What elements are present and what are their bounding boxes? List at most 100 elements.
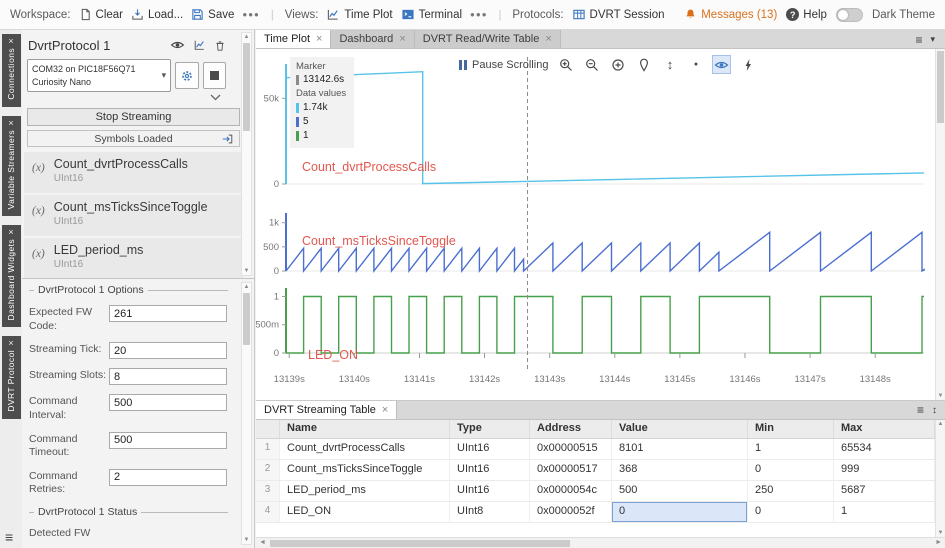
device-select[interactable]: COM32 on PIC18F56Q71 Curiosity Nano ▾ xyxy=(27,59,171,92)
pause-scrolling-button[interactable]: Pause Scrolling xyxy=(459,59,548,71)
menu-icon[interactable]: ≡ xyxy=(5,529,13,545)
view-tab[interactable]: DVRT Read/Write Table × xyxy=(415,30,561,48)
variable-list: (x) Count_dvrtProcessCalls UInt16 (x) Co… xyxy=(24,152,243,278)
table-tab-label: DVRT Streaming Table xyxy=(264,404,376,416)
header-max[interactable]: Max xyxy=(834,420,935,438)
panel-options-icon[interactable]: ▾ xyxy=(930,34,935,45)
views-more-button[interactable]: ●●● xyxy=(470,10,488,19)
option-input[interactable] xyxy=(109,342,227,359)
option-input[interactable] xyxy=(109,432,227,449)
close-icon[interactable]: × xyxy=(545,33,551,45)
header-min[interactable]: Min xyxy=(748,420,834,438)
collapse-chevron-icon[interactable] xyxy=(210,94,221,101)
header-value[interactable]: Value xyxy=(612,420,748,438)
scroll-up-arrow[interactable]: ▲ xyxy=(936,421,945,427)
cell-value[interactable]: 8101 xyxy=(612,439,748,459)
option-input[interactable] xyxy=(109,394,227,411)
variable-type: UInt16 xyxy=(54,216,208,227)
scroll-down-arrow[interactable]: ▼ xyxy=(242,268,251,274)
side-tab[interactable]: × Connections xyxy=(2,34,21,107)
option-label: Streaming Slots: xyxy=(29,368,109,383)
scroll-up-arrow[interactable]: ▲ xyxy=(242,284,251,290)
close-icon[interactable]: × xyxy=(8,119,13,128)
cell-value[interactable]: 500 xyxy=(612,481,748,501)
panel-resize-icon[interactable]: ↕ xyxy=(932,405,937,416)
expand-vertical-button[interactable]: ↕ xyxy=(661,56,678,73)
terminal-view-button[interactable]: Terminal xyxy=(401,8,462,21)
stop-streaming-button[interactable]: Stop Streaming xyxy=(27,108,240,126)
side-tab[interactable]: × Dashboard Widgets xyxy=(2,225,21,327)
save-button[interactable]: Save xyxy=(191,8,234,21)
close-icon[interactable]: × xyxy=(316,33,322,45)
option-input[interactable] xyxy=(109,368,227,385)
panel-menu-icon[interactable]: ≡ xyxy=(915,33,922,47)
load-button[interactable]: Load... xyxy=(131,8,183,21)
settings-button[interactable] xyxy=(175,62,198,89)
variable-item[interactable]: (x) LED_period_ms UInt16 xyxy=(24,238,243,278)
scroll-down-arrow[interactable]: ▼ xyxy=(936,530,945,536)
close-icon[interactable]: × xyxy=(8,339,13,348)
dvrt-session-button[interactable]: DVRT Session xyxy=(572,8,665,21)
table-row[interactable]: 3 LED_period_ms UInt16 0x0000054c 500 25… xyxy=(256,481,935,502)
side-tab[interactable]: × Variable Streamers xyxy=(2,116,21,216)
help-button[interactable]: ? Help xyxy=(786,8,827,21)
close-icon[interactable]: × xyxy=(399,33,405,45)
table-row[interactable]: 2 Count_msTicksSinceToggle UInt16 0x0000… xyxy=(256,460,935,481)
header-name[interactable]: Name xyxy=(280,420,450,438)
side-tab-label: DVRT Protocol xyxy=(6,350,16,412)
close-icon[interactable]: × xyxy=(8,37,13,46)
visibility-button[interactable] xyxy=(713,56,730,73)
visibility-eye-icon[interactable] xyxy=(170,39,185,51)
trigger-button[interactable] xyxy=(739,56,756,73)
symbols-loaded-button[interactable]: Symbols Loaded xyxy=(27,130,240,147)
zoom-out-button[interactable] xyxy=(583,56,600,73)
table-horizontal-scrollbar[interactable]: ◄ ► xyxy=(256,537,945,548)
messages-button[interactable]: Messages (13) xyxy=(684,8,777,21)
toolbar-separator: | xyxy=(499,9,502,21)
variable-item[interactable]: (x) Count_dvrtProcessCalls UInt16 xyxy=(24,152,243,193)
time-plot-view-button[interactable]: Time Plot xyxy=(326,8,392,21)
trash-icon[interactable] xyxy=(214,39,226,52)
scroll-up-arrow[interactable]: ▲ xyxy=(242,34,251,40)
plot-variables-icon[interactable] xyxy=(193,39,206,51)
add-marker-button[interactable] xyxy=(635,56,652,73)
scroll-down-arrow[interactable]: ▼ xyxy=(936,393,945,399)
option-input[interactable] xyxy=(109,469,227,486)
scroll-left-arrow[interactable]: ◄ xyxy=(259,539,266,546)
header-type[interactable]: Type xyxy=(450,420,530,438)
scroll-thumb[interactable] xyxy=(270,540,570,547)
variable-item[interactable]: (x) Count_msTicksSinceToggle UInt16 xyxy=(24,195,243,236)
close-icon[interactable]: × xyxy=(8,228,13,237)
table-tab[interactable]: DVRT Streaming Table × xyxy=(256,401,397,419)
zoom-fit-button[interactable] xyxy=(609,56,626,73)
table-row[interactable]: 4 LED_ON UInt8 0x0000052f 0 0 1 xyxy=(256,502,935,523)
view-tab[interactable]: Time Plot × xyxy=(256,30,331,48)
cell-value[interactable]: 0 xyxy=(612,502,748,522)
point-style-button[interactable]: ● xyxy=(687,56,704,73)
close-icon[interactable]: × xyxy=(382,404,388,416)
scroll-thumb[interactable] xyxy=(937,51,944,123)
panel-menu-icon[interactable]: ≡ xyxy=(917,403,924,417)
option-input[interactable] xyxy=(109,305,227,322)
view-tab[interactable]: Dashboard × xyxy=(331,30,414,48)
scroll-thumb[interactable] xyxy=(243,43,250,131)
protocols-label: Protocols: xyxy=(512,9,563,21)
dark-theme-toggle[interactable] xyxy=(836,8,863,22)
plot-canvas[interactable]: 50k0Count_dvrtProcessCalls1k5000Count_ms… xyxy=(256,49,935,400)
scroll-thumb[interactable] xyxy=(243,293,250,345)
options-scrollbar[interactable]: ▲ ▼ xyxy=(241,282,252,545)
cell-value[interactable]: 368 xyxy=(612,460,748,480)
zoom-in-button[interactable] xyxy=(557,56,574,73)
table-vertical-scrollbar[interactable]: ▲ ▼ xyxy=(935,420,945,537)
scroll-down-arrow[interactable]: ▼ xyxy=(242,537,251,543)
workspace-more-button[interactable]: ●●● xyxy=(242,10,260,19)
stop-button[interactable] xyxy=(203,62,226,89)
side-tab[interactable]: × DVRT Protocol xyxy=(2,336,21,419)
table-row[interactable]: 1 Count_dvrtProcessCalls UInt16 0x000005… xyxy=(256,439,935,460)
plot-vertical-scrollbar[interactable]: ▼ xyxy=(935,49,945,400)
scroll-right-arrow[interactable]: ► xyxy=(935,539,942,546)
header-address[interactable]: Address xyxy=(530,420,612,438)
variable-type: UInt16 xyxy=(54,173,188,184)
panel-scrollbar[interactable]: ▲ ▼ xyxy=(241,32,252,276)
clear-button[interactable]: Clear xyxy=(79,8,123,21)
